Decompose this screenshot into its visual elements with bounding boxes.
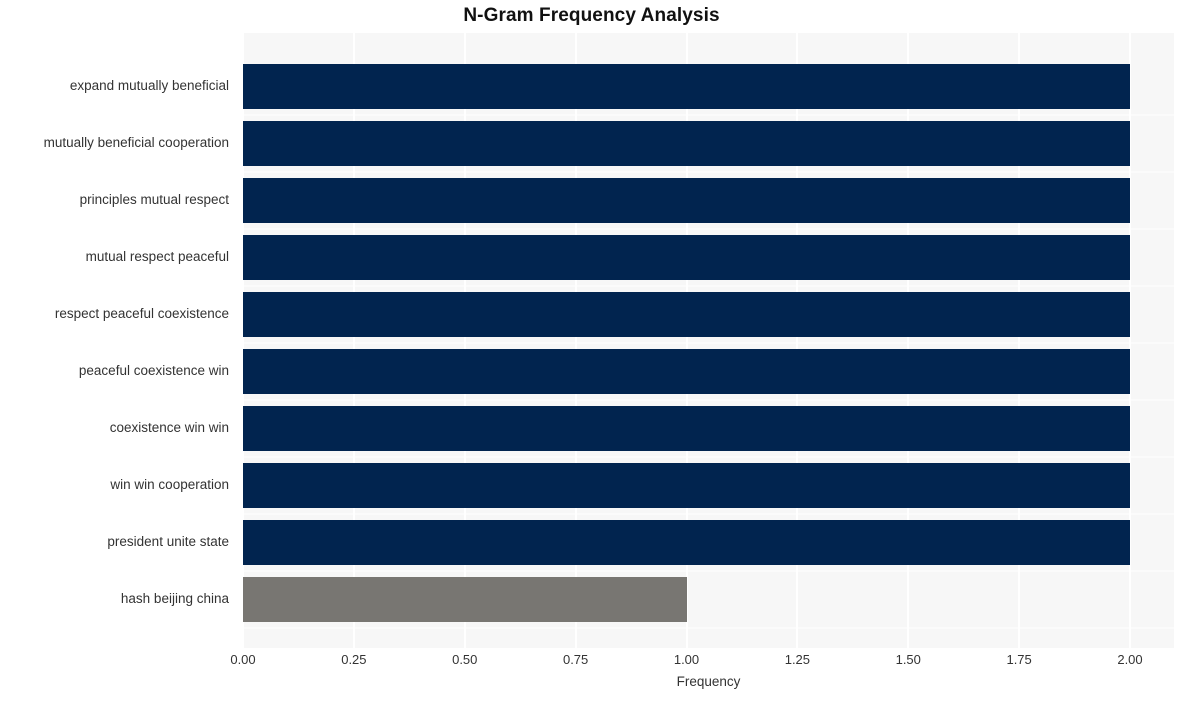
x-axis-tick-label: 0.50 bbox=[452, 652, 478, 667]
x-axis-label: Frequency bbox=[676, 674, 741, 689]
chart-figure: N-Gram Frequency Analysis expand mutuall… bbox=[0, 0, 1183, 701]
x-axis-tick-label: 1.75 bbox=[1006, 652, 1032, 667]
x-axis-tick-label: 0.00 bbox=[230, 652, 256, 667]
x-axis-tick-label: 0.25 bbox=[341, 652, 367, 667]
x-axis-tick-label: 1.00 bbox=[673, 652, 700, 667]
x-axis-tick-label: 2.00 bbox=[1117, 652, 1143, 667]
x-axis-tick-label: 0.75 bbox=[562, 652, 589, 667]
x-axis-tick-labels: 0.00 0.25 0.50 0.75 1.00 1.25 1.50 1.75 2.00 bbox=[0, 0, 1183, 701]
x-axis-tick-label: 1.50 bbox=[895, 652, 921, 667]
x-axis-tick-label: 1.25 bbox=[784, 652, 811, 667]
